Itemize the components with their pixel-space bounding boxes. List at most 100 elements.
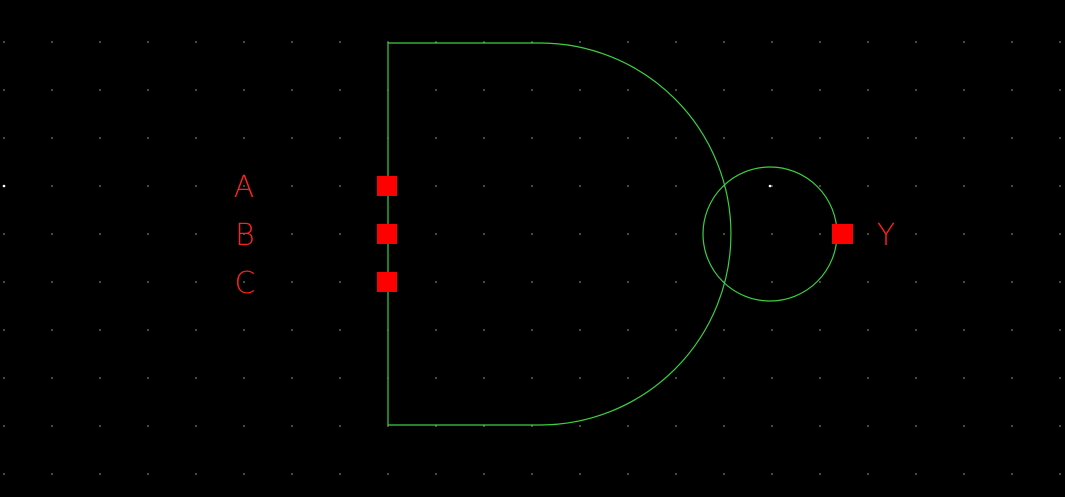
grid-dot xyxy=(723,425,725,427)
grid-dot xyxy=(915,377,917,379)
grid-dot xyxy=(627,329,629,331)
grid-dot xyxy=(963,185,965,187)
grid-dot xyxy=(867,137,869,139)
grid-dot xyxy=(867,329,869,331)
grid-dot xyxy=(1059,41,1061,43)
grid-dot xyxy=(531,185,533,187)
grid-dot xyxy=(483,329,485,331)
grid-dot xyxy=(1011,89,1013,91)
canvas-background xyxy=(0,0,1065,497)
pin-a[interactable] xyxy=(377,176,397,196)
grid-dot xyxy=(1059,185,1061,187)
grid-dot xyxy=(579,281,581,283)
grid-dot xyxy=(819,137,821,139)
grid-dot xyxy=(579,425,581,427)
grid-dot xyxy=(771,425,773,427)
grid-dot xyxy=(195,377,197,379)
grid-dot xyxy=(531,377,533,379)
grid-dot xyxy=(819,377,821,379)
grid-dot xyxy=(915,41,917,43)
grid-dot xyxy=(963,89,965,91)
grid-dot xyxy=(51,137,53,139)
grid-dot xyxy=(963,233,965,235)
grid-dot xyxy=(339,377,341,379)
grid-dot xyxy=(435,281,437,283)
pin-y[interactable] xyxy=(832,224,853,244)
grid-dot xyxy=(99,233,101,235)
grid-dot xyxy=(147,41,149,43)
grid-dot xyxy=(51,89,53,91)
grid-dot xyxy=(915,329,917,331)
grid-dot xyxy=(579,233,581,235)
grid-dot xyxy=(147,425,149,427)
grid-dot xyxy=(99,377,101,379)
pin-label-a: A xyxy=(234,170,255,205)
grid-dot xyxy=(243,137,245,139)
grid-dot xyxy=(579,377,581,379)
grid-dot xyxy=(1011,233,1013,235)
grid-dot xyxy=(339,185,341,187)
grid-dot xyxy=(915,425,917,427)
grid-dot xyxy=(1059,281,1061,283)
grid-dot xyxy=(963,281,965,283)
grid-dot xyxy=(99,281,101,283)
grid-dot xyxy=(147,185,149,187)
grid-dot xyxy=(243,473,245,475)
grid-dot xyxy=(819,41,821,43)
grid-dot xyxy=(675,233,677,235)
grid-dot xyxy=(579,89,581,91)
grid-dot xyxy=(627,281,629,283)
grid-dot xyxy=(723,329,725,331)
pin-b[interactable] xyxy=(377,224,397,244)
grid-dot xyxy=(867,425,869,427)
grid-dot xyxy=(771,329,773,331)
grid-dot xyxy=(147,377,149,379)
grid-dot xyxy=(99,185,101,187)
grid-dot xyxy=(531,233,533,235)
grid-dot xyxy=(963,137,965,139)
grid-dot xyxy=(819,281,821,283)
grid-dot xyxy=(771,377,773,379)
grid-dot xyxy=(675,41,677,43)
grid-dot xyxy=(627,137,629,139)
grid-dot xyxy=(723,89,725,91)
grid-dot xyxy=(147,329,149,331)
grid-dot xyxy=(771,233,773,235)
grid-dot xyxy=(3,473,5,475)
grid-dot xyxy=(195,41,197,43)
pin-c[interactable] xyxy=(377,272,397,292)
grid-dot xyxy=(435,473,437,475)
grid-dot xyxy=(51,425,53,427)
grid-dot xyxy=(1011,185,1013,187)
grid-dot xyxy=(867,233,869,235)
grid-dot xyxy=(51,41,53,43)
grid-dot xyxy=(771,137,773,139)
grid-dot xyxy=(291,89,293,91)
grid-dot xyxy=(675,89,677,91)
grid-dot xyxy=(1011,329,1013,331)
grid-dot xyxy=(867,281,869,283)
grid-dot xyxy=(243,41,245,43)
grid-dot xyxy=(531,89,533,91)
grid-dot xyxy=(435,329,437,331)
grid-dot xyxy=(291,281,293,283)
grid-dot xyxy=(1059,137,1061,139)
grid-dot xyxy=(3,425,5,427)
grid-dot xyxy=(531,137,533,139)
grid-dot xyxy=(3,89,5,91)
grid-dot xyxy=(771,281,773,283)
grid-dot xyxy=(723,233,725,235)
grid-dot xyxy=(627,425,629,427)
grid-dot xyxy=(627,89,629,91)
schematic-canvas[interactable]: A B C Y xyxy=(0,0,1065,497)
pin-label-c: C xyxy=(235,266,256,301)
pin-label-y: Y xyxy=(877,218,895,253)
grid-dot xyxy=(483,89,485,91)
pin-label-b: B xyxy=(235,218,255,253)
grid-dot xyxy=(483,185,485,187)
grid-dot xyxy=(1059,473,1061,475)
grid-dot xyxy=(963,377,965,379)
grid-dot xyxy=(51,281,53,283)
grid-dot xyxy=(147,233,149,235)
grid-dot xyxy=(435,89,437,91)
